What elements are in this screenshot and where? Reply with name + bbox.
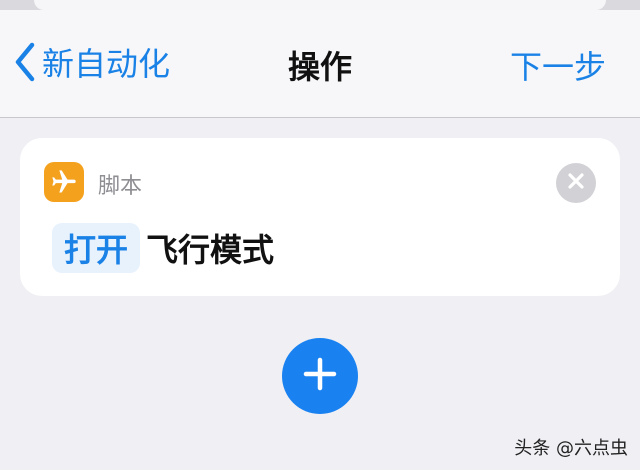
navigation-bar: 新自动化 操作 下一步 <box>0 10 640 118</box>
airplane-icon <box>44 162 84 202</box>
top-strip <box>0 0 640 10</box>
action-card[interactable]: 脚本 打开 飞行模式 <box>20 138 620 296</box>
remove-action-button[interactable] <box>556 163 596 203</box>
plus-icon <box>303 357 337 395</box>
mode-parameter-chip[interactable]: 打开 <box>52 223 141 273</box>
close-icon <box>567 172 585 194</box>
category-label: 脚本 <box>98 174 143 199</box>
action-row: 打开 飞行模式 <box>52 223 275 273</box>
action-name: 飞行模式 <box>146 231 275 269</box>
add-action-button[interactable] <box>282 338 358 414</box>
watermark: 头条 @六点虫 <box>514 438 628 459</box>
sheet-edge <box>34 0 606 10</box>
next-button[interactable]: 下一步 <box>510 42 606 88</box>
